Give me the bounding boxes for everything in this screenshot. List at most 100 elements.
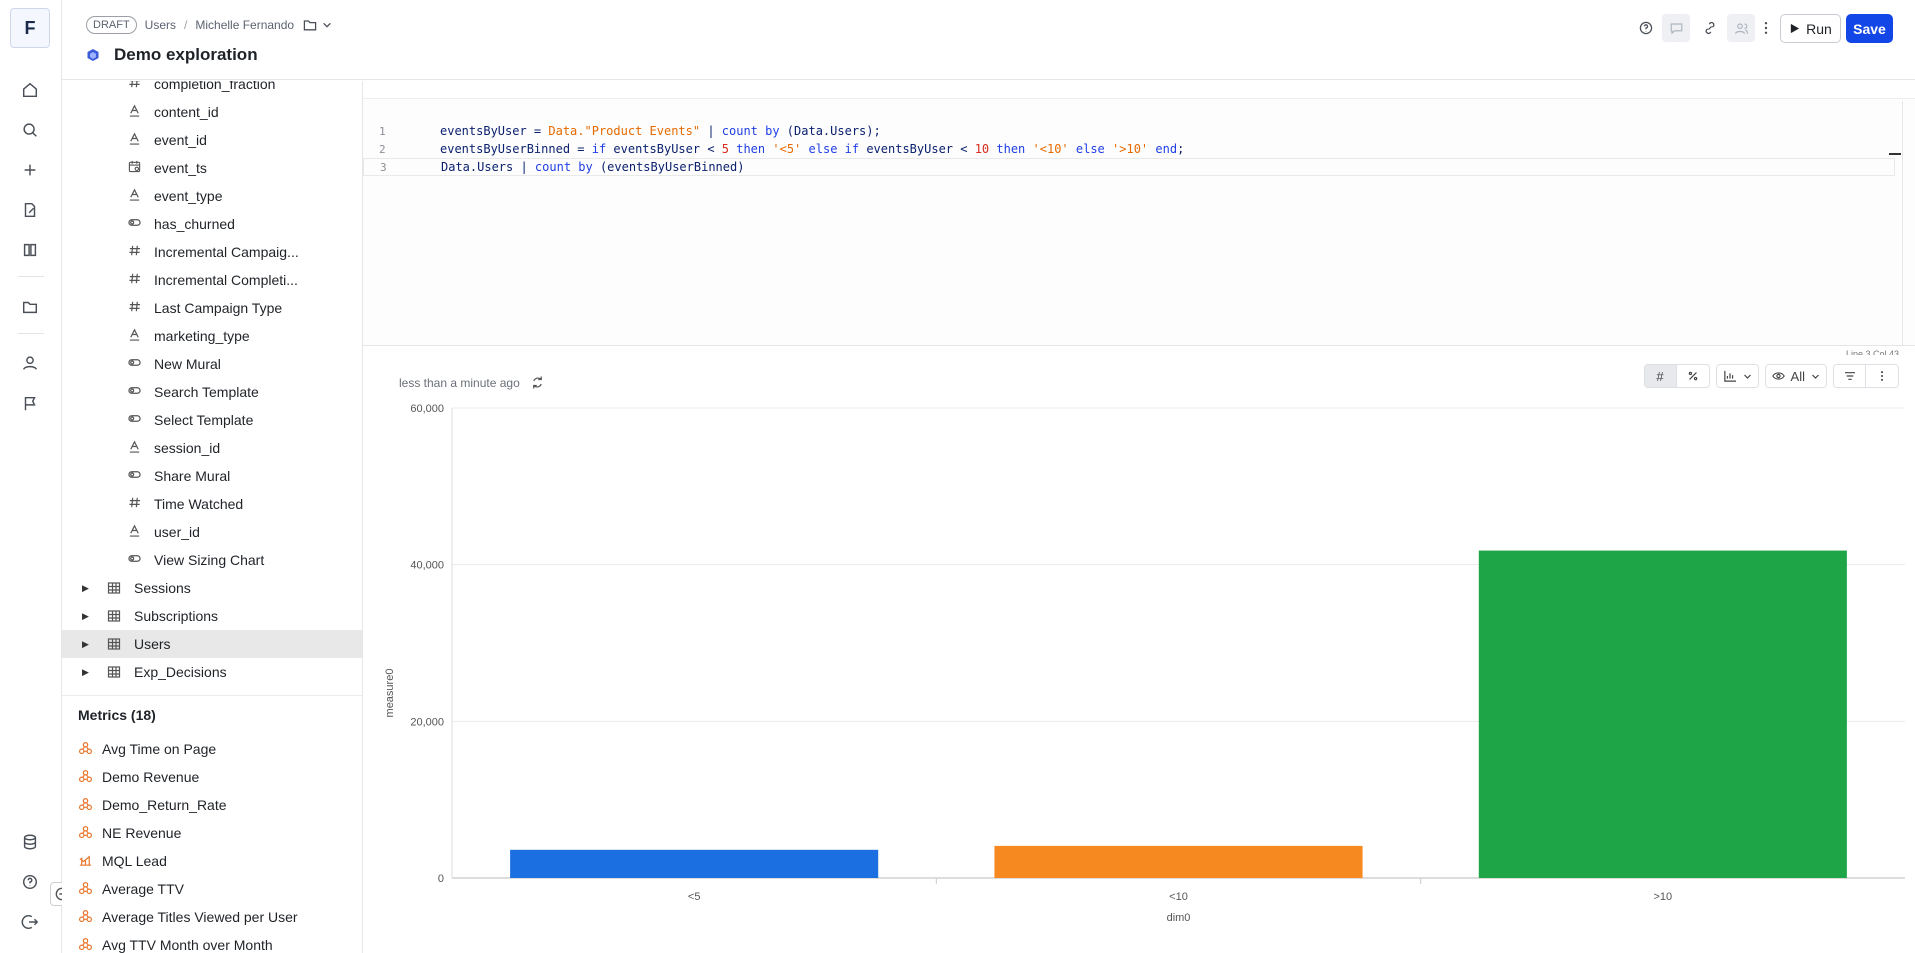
expand-caret-icon[interactable]: ▶	[82, 639, 89, 650]
field-item[interactable]: user_id	[62, 518, 362, 546]
database-icon[interactable]	[19, 831, 41, 853]
share-users-icon[interactable]	[1727, 14, 1755, 42]
metric-item[interactable]: Demo Revenue	[62, 763, 362, 791]
field-label: Time Watched	[154, 496, 244, 512]
code-line[interactable]: 1 eventsByUser = Data."Product Events" |…	[363, 122, 1895, 140]
expand-caret-icon[interactable]: ▶	[82, 583, 89, 594]
run-button[interactable]: Run	[1780, 14, 1841, 43]
y-tick-label: 40,000	[410, 560, 444, 572]
save-button[interactable]: Save	[1846, 14, 1893, 43]
results-toolbar: # All	[1643, 364, 1899, 388]
field-item[interactable]: Search Template	[62, 378, 362, 406]
editor-scrollbar[interactable]	[1902, 101, 1903, 346]
field-item[interactable]: Incremental Campaig...	[62, 238, 362, 266]
field-item[interactable]: event_type	[62, 182, 362, 210]
bar-chart[interactable]: 0 20,000 40,000 60,000 <5 <10 >10 dim0 measure0	[363, 397, 1915, 953]
file-edit-icon[interactable]	[19, 199, 41, 221]
metric-item[interactable]: Avg Time on Page	[62, 735, 362, 763]
more-vertical-icon[interactable]	[1755, 17, 1777, 39]
field-item[interactable]: Incremental Completi...	[62, 266, 362, 294]
field-item[interactable]: View Sizing Chart	[62, 546, 362, 574]
metric-item[interactable]: Demo_Return_Rate	[62, 791, 362, 819]
table-icon	[107, 665, 121, 679]
metric-item[interactable]: MQL Lead	[62, 847, 362, 875]
field-item[interactable]: Last Campaign Type	[62, 294, 362, 322]
metric-item[interactable]: Avg TTV Month over Month	[62, 931, 362, 953]
breadcrumb-item-owner[interactable]: Michelle Fernando	[195, 18, 294, 32]
top-header: DRAFT Users / Michelle Fernando Demo exp…	[62, 0, 1915, 80]
logout-icon[interactable]	[19, 911, 41, 933]
page-title[interactable]: Demo exploration	[114, 45, 258, 65]
percent-format-icon[interactable]	[1676, 365, 1709, 387]
text-type-icon	[127, 328, 141, 344]
bar-<5[interactable]	[510, 849, 879, 878]
boolean-type-icon	[127, 412, 141, 428]
home-icon[interactable]	[19, 79, 41, 101]
metric-icon	[78, 741, 94, 757]
metric-item[interactable]: Average Titles Viewed per User	[62, 903, 362, 931]
help-icon[interactable]	[1635, 17, 1657, 39]
link-icon[interactable]	[1699, 17, 1721, 39]
field-item[interactable]: event_id	[62, 126, 362, 154]
metric-item[interactable]: Average TTV	[62, 875, 362, 903]
metric-icon	[78, 937, 94, 953]
expand-caret-icon[interactable]: ▶	[82, 667, 89, 678]
metric-icon	[78, 797, 94, 813]
comment-icon[interactable]	[1662, 14, 1690, 42]
code-line-active[interactable]: 3 Data.Users | count by (eventsByUserBin…	[363, 158, 1895, 176]
field-item[interactable]: marketing_type	[62, 322, 362, 350]
expand-caret-icon[interactable]: ▶	[82, 611, 89, 622]
sidebar-divider	[62, 695, 362, 696]
number-type-icon	[127, 244, 141, 260]
filter-icon[interactable]	[1834, 365, 1866, 387]
app-logo[interactable]: F	[10, 8, 50, 48]
user-icon[interactable]	[19, 352, 41, 374]
field-item[interactable]: completion_fraction	[62, 81, 362, 98]
field-item[interactable]: Time Watched	[62, 490, 362, 518]
table-label: Sessions	[134, 580, 191, 596]
chart-type-select[interactable]	[1715, 364, 1759, 388]
field-label: event_ts	[154, 160, 207, 176]
field-item[interactable]: New Mural	[62, 350, 362, 378]
flag-icon[interactable]	[19, 393, 41, 415]
metrics-heading[interactable]: Metrics (18)	[78, 707, 156, 723]
breadcrumb: DRAFT Users / Michelle Fernando	[86, 16, 332, 34]
bar-<10[interactable]	[994, 845, 1363, 878]
field-item[interactable]: session_id	[62, 434, 362, 462]
number-type-icon	[127, 300, 141, 316]
rail-divider	[18, 333, 44, 334]
eye-icon[interactable]: All	[1765, 365, 1826, 387]
bar-chart-icon[interactable]	[1716, 365, 1758, 387]
field-item[interactable]: has_churned	[62, 210, 362, 238]
plus-icon[interactable]	[19, 159, 41, 181]
visibility-select[interactable]: All	[1764, 364, 1827, 388]
y-axis-label: measure0	[384, 669, 396, 718]
table-item[interactable]: ▶ Exp_Decisions	[62, 658, 362, 686]
field-item[interactable]: content_id	[62, 98, 362, 126]
code-text: eventsByUserBinned = if eventsByUser < 5…	[440, 142, 1185, 156]
table-item[interactable]: ▶ Users	[62, 630, 362, 658]
folder-icon[interactable]	[302, 17, 332, 33]
table-item[interactable]: ▶ Sessions	[62, 574, 362, 602]
help-icon[interactable]	[19, 871, 41, 893]
field-label: marketing_type	[154, 328, 250, 344]
bar->10[interactable]	[1478, 550, 1847, 878]
breadcrumb-item-users[interactable]: Users	[145, 18, 176, 32]
number-type-icon	[127, 272, 141, 288]
search-icon[interactable]	[19, 119, 41, 141]
field-item[interactable]: event_ts	[62, 154, 362, 182]
x-tick-label: >10	[1653, 891, 1672, 903]
folder-icon[interactable]	[19, 296, 41, 318]
number-format-icon[interactable]: #	[1644, 365, 1677, 387]
code-editor[interactable]: 1 eventsByUser = Data."Product Events" |…	[363, 81, 1915, 346]
workbooks-icon[interactable]	[19, 239, 41, 261]
metric-item[interactable]: NE Revenue	[62, 819, 362, 847]
code-line[interactable]: 2 eventsByUserBinned = if eventsByUser <…	[363, 140, 1895, 158]
field-label: content_id	[154, 104, 219, 120]
field-item[interactable]: Share Mural	[62, 462, 362, 490]
table-item[interactable]: ▶ Subscriptions	[62, 602, 362, 630]
more-vertical-icon[interactable]	[1866, 365, 1898, 387]
field-item[interactable]: Select Template	[62, 406, 362, 434]
refresh-icon[interactable]	[530, 375, 545, 390]
exploration-icon	[86, 48, 100, 62]
